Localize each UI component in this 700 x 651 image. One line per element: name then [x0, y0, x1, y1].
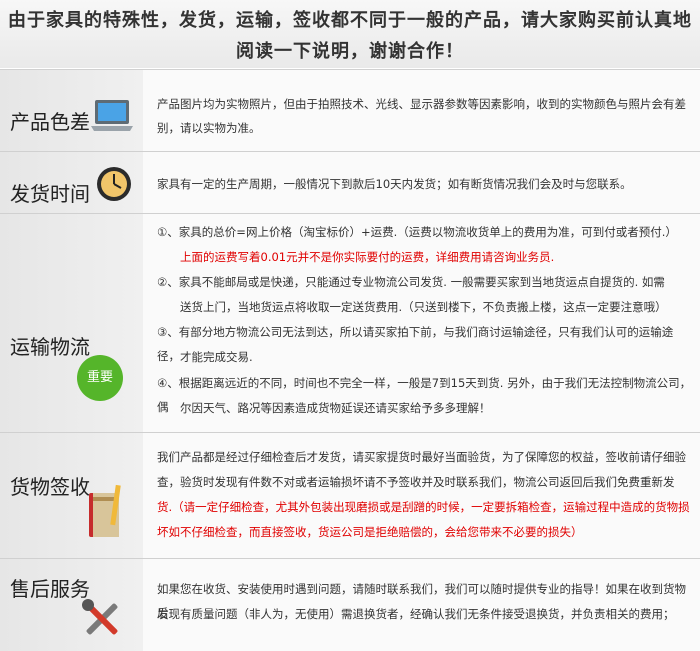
- header-line-1: 由于家具的特殊性，发货，运输，签收都不同于一般的产品，请大家购买前认真地: [8, 10, 692, 31]
- shipping-item-2-cont: 送货上门，当地货运点将收取一定送货费用.（只送到楼下，不负责搬上楼，这点一定要注…: [180, 300, 667, 314]
- header-line-2: 阅读一下说明，谢谢合作！: [236, 41, 464, 62]
- section-label-area: [0, 214, 143, 432]
- receipt-line-3: 货.（请一定仔细检查，尤其外包装出现磨损或是刮蹭的时候，一定要拆箱检查，运输过程…: [157, 500, 690, 514]
- color-text-line-1: 产品图片均为实物照片，但由于拍照技术、光线、显示器参数等因素影响，收到的实物颜色…: [157, 97, 686, 111]
- service-line-2: 发现有质量问题（非人为，无使用）需退换货者，经确认我们无条件接受退换货，并负责相…: [157, 607, 675, 621]
- section-label: 货物签收: [10, 475, 90, 499]
- important-badge: 重要: [77, 355, 123, 401]
- color-text-line-2: 别，请以实物为准。: [157, 121, 261, 135]
- shipping-item-3-cont: 才能完成交易.: [180, 350, 253, 364]
- clock-icon: [97, 167, 131, 201]
- receipt-line-4: 坏如不仔细检查，而直接签收，货运公司是拒绝赔偿的，会给您带来不必要的损失）: [157, 525, 583, 539]
- delivery-text: 家具有一定的生产周期，一般情况下到款后10天内发货；如有断货情况我们会及时与您联…: [157, 177, 632, 191]
- receipt-line-2: 查，验货时发现有件数不对或者运输损坏请不予签收并及时联系我们，物流公司返回后我们…: [157, 475, 675, 489]
- shipping-item-1-note: 上面的运费写着0.01元并不是你实际要付的运费，详细费用请咨询业务员.: [180, 250, 555, 264]
- shipping-item-2: ②、家具不能邮局或是快递，只能通过专业物流公司发货. 一般需要买家到当地货运点自…: [157, 275, 665, 289]
- section-after-sales: 售后服务 如果您在收货、安装使用时遇到问题，请随时联系我们，我们可以随时提供专业…: [0, 558, 700, 651]
- section-delivery-time: 发货时间 家具有一定的生产周期，一般情况下到款后10天内发货；如有断货情况我们会…: [0, 151, 700, 213]
- receipt-line-1: 我们产品都是经过仔细检查后才发货，请买家提货时最好当面验货，为了保障您的权益，签…: [157, 450, 686, 464]
- section-label: 发货时间: [10, 182, 90, 206]
- section-color-difference: 产品色差 产品图片均为实物照片，但由于拍照技术、光线、显示器参数等因素影响，收到…: [0, 69, 700, 151]
- section-label: 运输物流: [10, 335, 90, 359]
- tools-icon: [82, 599, 118, 635]
- notice-header: 由于家具的特殊性，发货，运输，签收都不同于一般的产品，请大家购买前认真地 阅读一…: [0, 0, 700, 68]
- section-receipt: 货物签收 我们产品都是经过仔细检查后才发货，请买家提货时最好当面验货，为了保障您…: [0, 432, 700, 558]
- shipping-item-1: ①、家具的总价=网上价格（淘宝标价）+运费.（运费以物流收货单上的费用为准，可到…: [157, 225, 677, 239]
- section-label: 产品色差: [10, 110, 90, 134]
- notebook-pen-icon: [89, 484, 121, 537]
- shipping-item-4-cont: 尔因天气、路况等因素造成货物延误还请买家给予多多理解！: [180, 401, 491, 415]
- laptop-icon: [91, 100, 133, 131]
- section-label: 售后服务: [10, 577, 90, 601]
